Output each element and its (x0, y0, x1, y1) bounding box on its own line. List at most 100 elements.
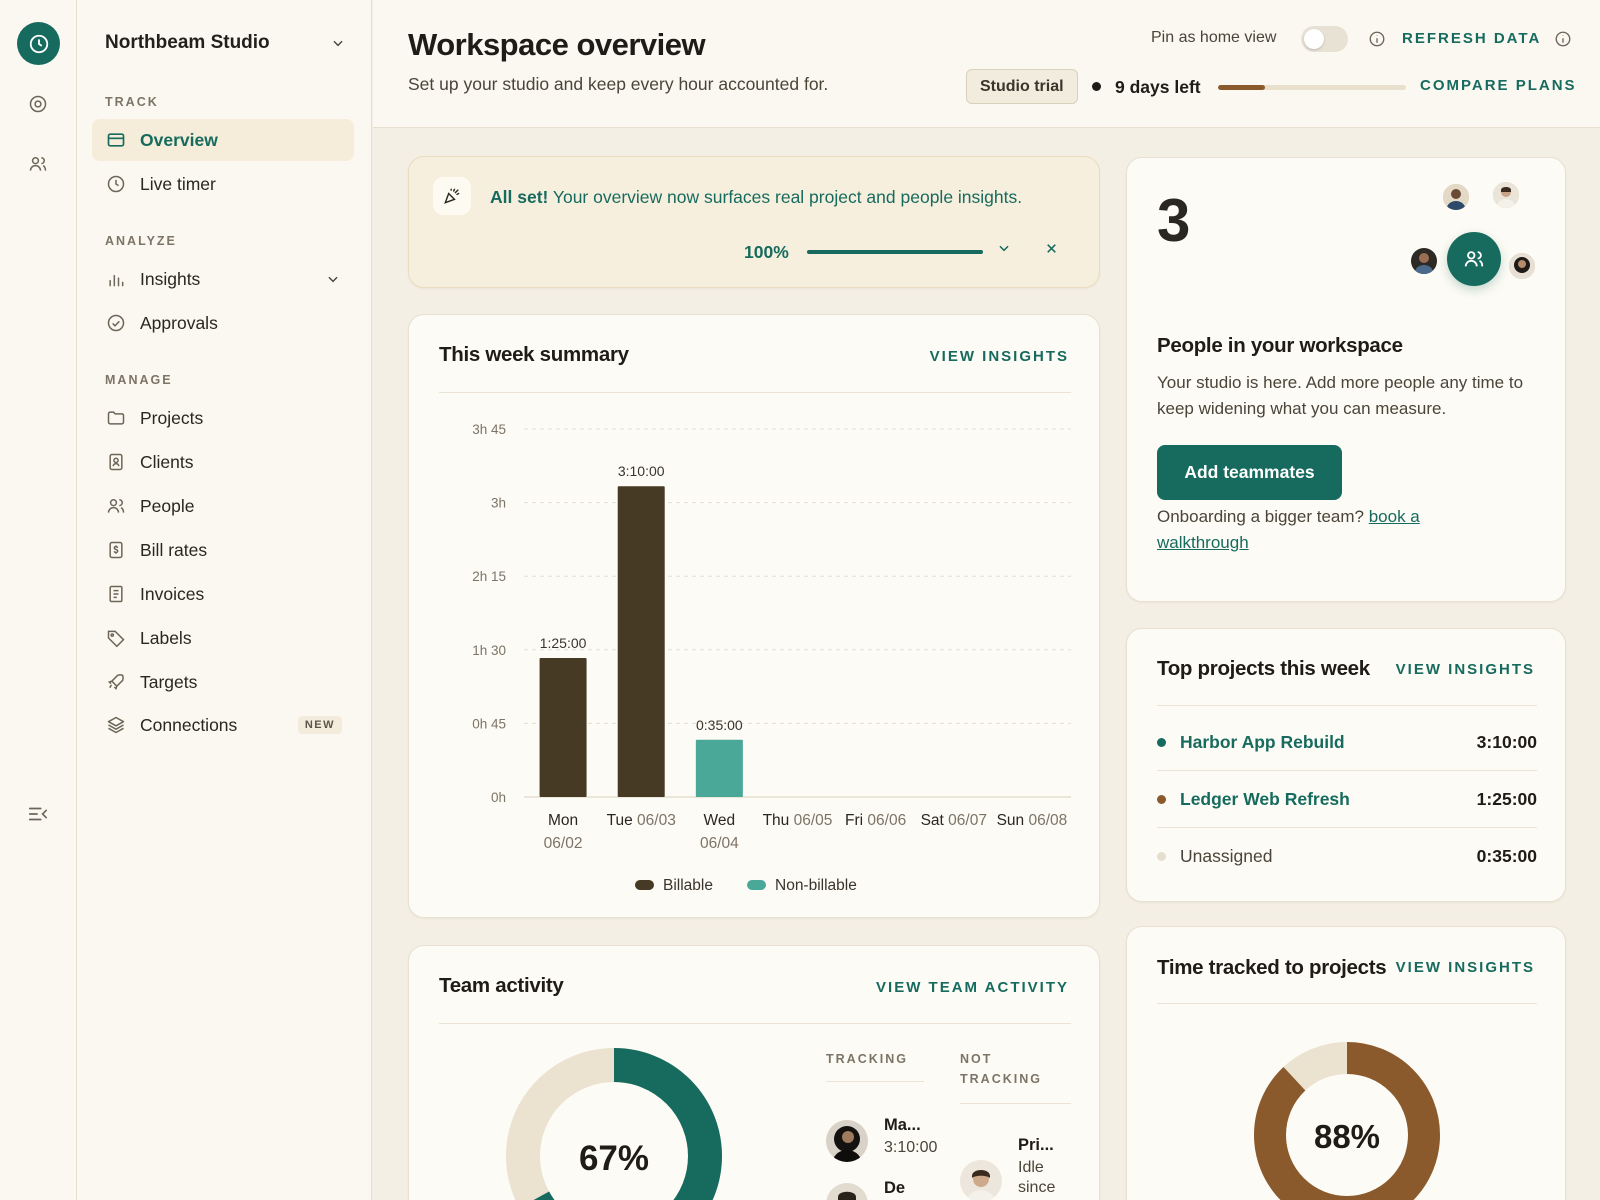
project-name: Unassigned (1180, 845, 1273, 866)
sidebar-item-label: Insights (140, 268, 201, 289)
section-label-track: TRACK (105, 95, 159, 109)
compare-plans-link[interactable]: COMPARE PLANS (1420, 77, 1577, 94)
sidebar-item-insights[interactable]: Insights (92, 258, 354, 300)
sidebar-item-label: Projects (140, 407, 204, 428)
legend-label-non-billable: Non-billable (775, 877, 857, 894)
sidebar-item-label: Clients (140, 451, 194, 472)
rocket-icon (106, 672, 126, 692)
legend-label-billable: Billable (663, 877, 713, 894)
team-activity-donut: 67% (506, 1048, 722, 1200)
sidebar-item-label: Labels (140, 627, 192, 648)
sidebar: Northbeam Studio TRACK Overview Live tim… (77, 0, 372, 1200)
people-rail-icon[interactable] (26, 152, 50, 176)
x-tick-label: Mon 06/02 (544, 812, 583, 852)
not-tracking-header-line: NOT (960, 1052, 993, 1066)
project-row[interactable]: Harbor App Rebuild 3:10:00 (1157, 714, 1537, 770)
banner-progress-bar (807, 250, 983, 254)
pin-home-label: Pin as home view (1151, 29, 1277, 46)
project-row[interactable]: Ledger Web Refresh 1:25:00 (1157, 771, 1537, 827)
view-insights-link[interactable]: VIEW INSIGHTS (1396, 661, 1535, 678)
workspace-switcher[interactable]: Northbeam Studio (105, 28, 345, 58)
sidebar-item-projects[interactable]: Projects (92, 397, 354, 439)
week-bar-chart: 0h 0h 45 1h 30 2h 15 3h 3h 45 1:25:00 Mon 06/02 3… (472, 422, 1071, 894)
sidebar-item-clients[interactable]: Clients (92, 441, 354, 483)
not-tracking-column-header: NOT TRACKING (960, 1049, 1042, 1089)
target-icon[interactable] (26, 92, 50, 116)
sidebar-item-live-timer[interactable]: Live timer (92, 163, 354, 205)
x-tick-label: Sun 06/08 (997, 812, 1068, 829)
member-name: De (884, 1179, 906, 1197)
banner-message: All set! Your overview now surfaces real… (490, 187, 1022, 208)
info-icon[interactable] (1554, 30, 1572, 48)
member-tracked-time: 3:10:00 (884, 1139, 938, 1156)
people-card: 3 People in your workspace Your studio i… (1126, 157, 1566, 602)
view-insights-link[interactable]: VIEW INSIGHTS (930, 348, 1069, 365)
app-logo-clock-icon[interactable] (17, 22, 60, 65)
project-name: Ledger Web Refresh (1180, 788, 1350, 809)
close-icon[interactable] (1040, 237, 1062, 259)
y-tick-label: 0h (491, 790, 506, 805)
tracking-column-header: TRACKING (826, 1052, 908, 1066)
bar-value-label: 1:25:00 (540, 635, 587, 651)
sidebar-item-approvals[interactable]: Approvals (92, 302, 354, 344)
view-insights-link[interactable]: VIEW INSIGHTS (1396, 959, 1535, 976)
collapse-menu-icon[interactable] (26, 802, 50, 826)
contact-card-icon (106, 452, 126, 472)
people-card-title: People in your workspace (1157, 334, 1403, 357)
party-popper-icon (433, 177, 471, 215)
sidebar-item-label: Invoices (140, 583, 205, 604)
trial-progress-bar (1218, 85, 1406, 90)
member-name: Ma... (884, 1116, 921, 1134)
check-circle-icon (106, 313, 126, 333)
onboarding-note: Onboarding a bigger team? book a walkthr… (1157, 504, 1477, 556)
pin-home-toggle[interactable] (1301, 26, 1348, 52)
project-name: Harbor App Rebuild (1180, 731, 1345, 752)
member-status-detail: since (1018, 1179, 1056, 1196)
team-member-tracking[interactable]: Ma... 3:10:00 (826, 1116, 937, 1162)
team-activity-card: Team activity VIEW TEAM ACTIVITY 67% TRA… (408, 945, 1100, 1200)
bar-chart-icon (106, 269, 126, 289)
section-label-analyze: ANALYZE (105, 234, 177, 248)
avatar (1441, 182, 1471, 212)
sidebar-item-invoices[interactable]: Invoices (92, 573, 354, 615)
avatar (826, 1120, 868, 1162)
sidebar-item-overview[interactable]: Overview (92, 119, 354, 161)
sidebar-item-connections[interactable]: Connections NEW (92, 704, 354, 746)
time-tracked-donut: 88% (1254, 1042, 1440, 1200)
add-teammates-button[interactable]: Add teammates (1157, 445, 1342, 500)
icon-rail (0, 0, 77, 1200)
divider (960, 1103, 1071, 1104)
view-team-activity-link[interactable]: VIEW TEAM ACTIVITY (876, 979, 1069, 996)
setup-complete-banner: All set! Your overview now surfaces real… (408, 156, 1100, 288)
divider (1157, 705, 1537, 706)
sidebar-item-labels[interactable]: Labels (92, 617, 354, 659)
sidebar-item-people[interactable]: People (92, 485, 354, 527)
sidebar-item-label: People (140, 495, 195, 516)
banner-progress-fill (807, 250, 983, 254)
trial-progress-fill (1218, 85, 1265, 90)
people-hub-icon (1447, 232, 1501, 286)
x-tick-label: Wed 06/04 (700, 812, 739, 852)
divider (1157, 1003, 1537, 1004)
member-status: Idle (1018, 1159, 1044, 1176)
workspace-name: Northbeam Studio (105, 32, 270, 53)
banner-text: Your overview now surfaces real project … (548, 187, 1023, 207)
sidebar-item-label: Bill rates (140, 539, 208, 560)
project-color-dot (1157, 794, 1166, 804)
not-tracking-header-line: TRACKING (960, 1072, 1042, 1086)
info-icon[interactable] (1368, 30, 1386, 48)
sidebar-item-targets[interactable]: Targets (92, 661, 354, 703)
sidebar-item-label: Live timer (140, 173, 216, 194)
tracked-donut-label: 88% (1314, 1118, 1380, 1155)
refresh-data-link[interactable]: REFRESH DATA (1402, 30, 1541, 47)
x-tick-label: Sat 06/07 (921, 812, 987, 829)
sidebar-item-label: Targets (140, 671, 198, 692)
people-card-description: Your studio is here. Add more people any… (1157, 373, 1524, 418)
team-member-not-tracking[interactable]: Pri... Idle since (960, 1136, 1055, 1200)
project-row[interactable]: Unassigned 0:35:00 (1157, 828, 1537, 884)
sidebar-item-bill-rates[interactable]: Bill rates (92, 529, 354, 571)
chevron-down-icon[interactable] (993, 237, 1015, 259)
team-member-tracking[interactable]: De (826, 1179, 905, 1200)
top-projects-card: Top projects this week VIEW INSIGHTS Har… (1126, 628, 1566, 902)
project-time: 0:35:00 (1476, 845, 1537, 866)
